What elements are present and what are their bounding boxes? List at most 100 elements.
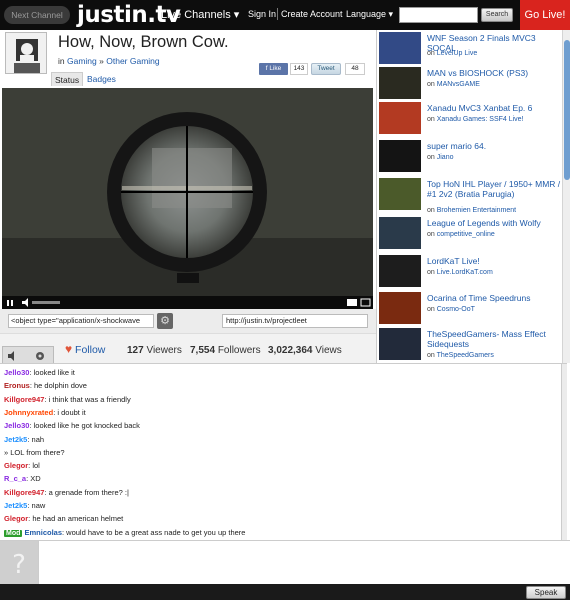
gear-icon[interactable]: ⚙ (157, 313, 173, 329)
chat-scrollbar[interactable] (561, 364, 567, 541)
go-live-button[interactable]: Go Live! (520, 0, 570, 30)
on-label: on (427, 116, 435, 123)
category-separator: » (99, 56, 104, 66)
volume-small-icon[interactable] (8, 351, 14, 361)
channel-url-field[interactable]: http://justin.tv/projectleet (222, 314, 368, 328)
sidebar-scroll-thumb[interactable] (564, 40, 570, 180)
sidebar-channel-title[interactable]: LordKaT Live! (427, 256, 561, 266)
tweet-button[interactable]: Tweet (311, 63, 341, 75)
sidebar-channel-link[interactable]: competitive_online (437, 231, 495, 238)
chat-username[interactable]: Emnicolas (24, 528, 62, 537)
sidebar-scrollbar[interactable] (562, 30, 570, 363)
search-input[interactable] (399, 7, 478, 23)
channel-thumbnail[interactable] (379, 292, 421, 324)
related-channels-sidebar: WNF Season 2 Finals MVC3 SOCAL on LevelUp… (376, 30, 570, 363)
embed-code-field[interactable]: <object type="application/x-shockwave (8, 314, 154, 328)
chat-username[interactable]: Jet2k5 (4, 435, 27, 444)
volume-icon[interactable] (22, 298, 28, 307)
chat-username[interactable]: Jello30 (4, 421, 29, 430)
chat-message: Mod Emnicolas: would have to be a great … (4, 528, 245, 537)
on-label: on (427, 269, 435, 276)
follow-button[interactable]: ♥ Follow (65, 342, 105, 356)
chat-message-input[interactable] (38, 541, 570, 585)
chat-message: Glegor: lol (4, 461, 40, 470)
chat-username[interactable]: Killgore947 (4, 395, 44, 404)
chat-text: : naw (27, 501, 46, 510)
followers-count: 7,554 (190, 345, 216, 356)
popout-icon[interactable] (360, 298, 371, 307)
on-label: on (427, 81, 435, 88)
chat-message: R_c_a: XD (4, 474, 41, 483)
chat-username[interactable]: Glegor (4, 514, 28, 523)
category-other-gaming-link[interactable]: Other Gaming (106, 56, 159, 66)
chat-username[interactable]: Johnnyxrated (4, 408, 53, 417)
sidebar-channel-item[interactable]: LordKaT Live! on Live.LordKaT.com (379, 255, 561, 292)
sidebar-channel-item[interactable]: MAN vs BIOSHOCK (PS3) on MANvsGAME (379, 67, 561, 104)
on-label: on (427, 231, 435, 238)
sidebar-channel-item[interactable]: WNF Season 2 Finals MVC3 SOCAL on LevelUp… (379, 32, 561, 69)
followers-stat: 7,554 Followers (190, 345, 261, 356)
sign-in-link[interactable]: Sign In (248, 9, 276, 19)
chat-username[interactable]: Jello30 (4, 368, 29, 377)
chat-username[interactable]: Killgore947 (4, 488, 44, 497)
tab-status[interactable]: Status (51, 72, 84, 86)
search-button[interactable]: Search (481, 8, 513, 22)
sidebar-channel-link[interactable]: Jiano (437, 154, 454, 161)
sidebar-channel-link[interactable]: Brohemien Entertainment (437, 207, 516, 214)
channel-thumbnail[interactable] (379, 140, 421, 172)
chat-text: : i doubt it (53, 407, 86, 417)
sidebar-channel-item[interactable]: Xanadu MvC3 Xanbat Ep. 6 on Xanadu Games:… (379, 102, 561, 139)
channel-thumbnail[interactable] (379, 67, 421, 99)
sidebar-channel-item[interactable]: TheSpeedGamers- Mass Effect Sidequests on… (379, 328, 561, 363)
sidebar-channel-owner: on LevelUp Live (427, 50, 477, 57)
chat-text: : looked like it (29, 368, 75, 377)
channel-thumbnail[interactable] (379, 178, 421, 210)
video-controls (2, 296, 373, 309)
channel-thumbnail[interactable] (379, 255, 421, 287)
channel-thumbnail[interactable] (379, 102, 421, 134)
sidebar-channel-title[interactable]: Ocarina of Time Speedruns (427, 293, 561, 303)
tab-badges[interactable]: Badges (84, 72, 119, 86)
facebook-like-button[interactable]: f Like (259, 63, 288, 75)
fullscreen-icon[interactable] (347, 299, 357, 306)
category-gaming-link[interactable]: Gaming (67, 56, 97, 66)
channel-avatar[interactable] (5, 32, 47, 74)
language-menu[interactable]: Language ▾ (346, 9, 393, 20)
sidebar-channel-title[interactable]: Xanadu MvC3 Xanbat Ep. 6 (427, 103, 561, 113)
create-account-link[interactable]: Create Account (281, 9, 343, 19)
volume-slider[interactable] (32, 301, 60, 304)
speak-button[interactable]: Speak (526, 586, 566, 599)
channel-thumbnail[interactable] (379, 328, 421, 360)
sidebar-channel-title[interactable]: Top HoN IHL Player / 1950+ MMR / #1 2v2 … (427, 179, 561, 199)
chat-username[interactable]: Eronus (4, 381, 30, 390)
chat-text: : he dolphin dove (29, 381, 87, 391)
channel-thumbnail[interactable] (379, 217, 421, 249)
sidebar-channel-link[interactable]: Cosmo-OoT (437, 306, 475, 313)
sidebar-channel-link[interactable]: Xanadu Games: SSF4 Live! (437, 116, 524, 123)
sidebar-channel-item[interactable]: Ocarina of Time Speedruns on Cosmo-OoT (379, 292, 561, 329)
sidebar-channel-link[interactable]: TheSpeedGamers (437, 352, 494, 359)
sidebar-channel-link[interactable]: Live.LordKaT.com (437, 269, 493, 276)
sidebar-channel-title[interactable]: TheSpeedGamers- Mass Effect Sidequests (427, 329, 561, 349)
sidebar-channel-title[interactable]: super mario 64. (427, 141, 561, 151)
chat-gear-icon[interactable] (36, 352, 44, 360)
sidebar-channel-item[interactable]: super mario 64. on Jiano (379, 140, 561, 177)
pause-icon[interactable] (7, 300, 13, 306)
viewers-stat: 127 Viewers (127, 345, 182, 356)
sidebar-channel-link[interactable]: MANvsGAME (437, 81, 480, 88)
video-player[interactable] (2, 88, 373, 296)
next-channel-button[interactable]: Next Channel (4, 6, 70, 24)
chat-username[interactable]: Glegor (4, 461, 28, 470)
sidebar-channel-title[interactable]: League of Legends with Wolfy (427, 218, 561, 228)
chat-username[interactable]: Jet2k5 (4, 501, 27, 510)
live-channels-menu[interactable]: Live Channels ▾ (161, 8, 239, 21)
sidebar-channel-owner: on Cosmo-OoT (427, 306, 475, 313)
stats-row: ♥ Follow 127 Viewers 7,554 Followers 3,0… (0, 333, 376, 364)
sidebar-channel-item[interactable]: League of Legends with Wolfy on competiti… (379, 217, 561, 254)
sidebar-channel-link[interactable]: LevelUp Live (437, 50, 477, 57)
chat-panel: Jello30: looked like it Eronus: he dolphi… (0, 363, 567, 541)
channel-thumbnail[interactable] (379, 32, 421, 64)
chat-username[interactable]: R_c_a (4, 474, 26, 483)
sidebar-channel-title[interactable]: MAN vs BIOSHOCK (PS3) (427, 68, 561, 78)
sidebar-channel-item[interactable]: Top HoN IHL Player / 1950+ MMR / #1 2v2 … (379, 178, 561, 215)
